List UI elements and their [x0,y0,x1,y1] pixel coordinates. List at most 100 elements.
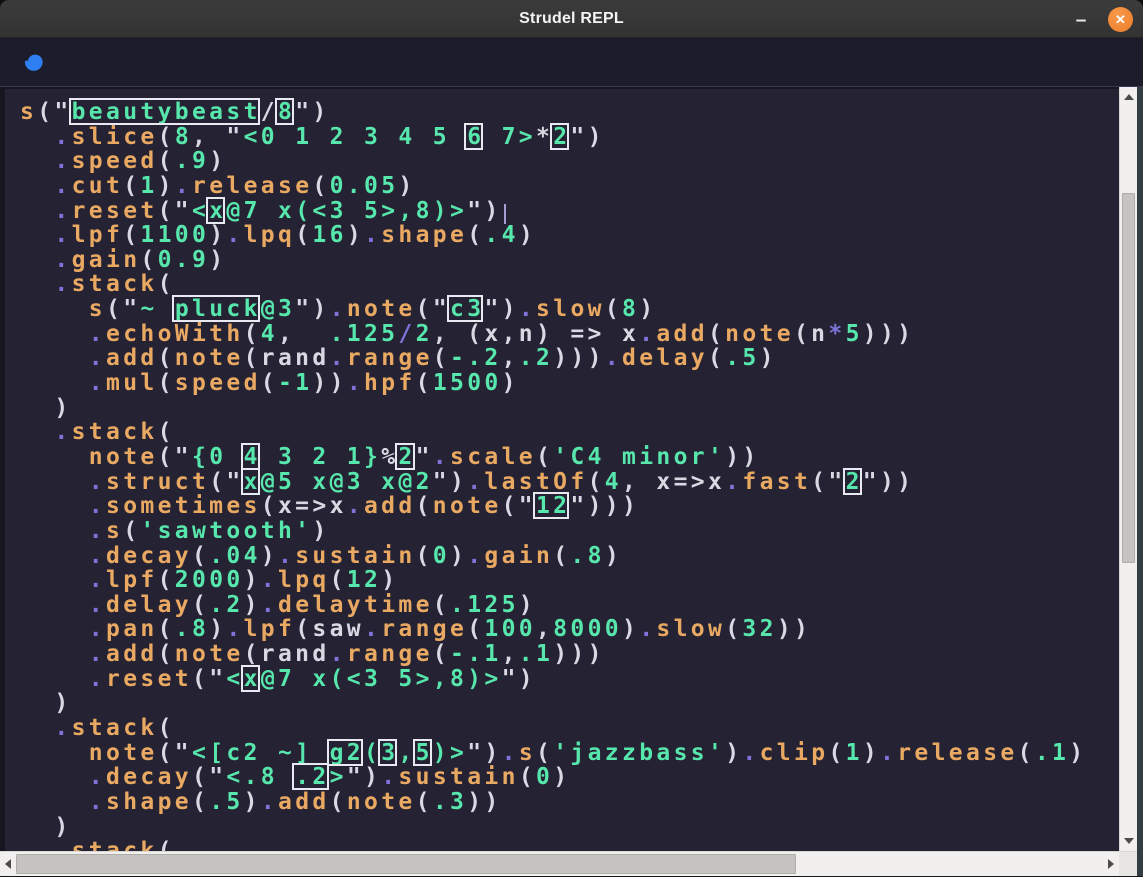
code-token: (" [158,444,192,470]
code-token: ( [1018,740,1035,766]
window-controls: – ✕ [1068,0,1133,38]
code-token: slow [656,616,725,642]
code-token: note [89,444,158,470]
code-token: fast [742,469,811,495]
code-token: speed [175,370,261,396]
code-token: . [54,148,71,174]
code-token [20,715,54,741]
code-token: 3 2 1} [261,444,381,470]
code-token: stack [72,419,158,445]
code-token: pan [106,616,158,642]
code-token: (rand [244,641,330,667]
code-token: ) [244,592,261,618]
code-token: 'jazzbass' [553,740,725,766]
code-token [20,493,89,519]
active-token-highlight: pluck [175,296,261,322]
code-token: . [502,740,519,766]
code-token: .5 [725,345,759,371]
code-token: > [330,764,347,790]
code-token: 16 [312,222,346,248]
code-token [20,740,89,766]
horizontal-scrollbar[interactable] [0,851,1119,876]
code-token: struct [106,469,209,495]
code-token [20,345,89,371]
code-line: .stack( [20,420,1119,445]
code-token: decay [106,543,192,569]
code-line: .cut(1).release(0.05) [20,174,1119,199]
code-token: ( [140,247,157,273]
code-token: ( [158,715,175,741]
active-token-highlight: 2 [846,469,863,495]
code-token [20,469,89,495]
code-token: .5 [209,789,243,815]
code-editor[interactable]: s("beautybeast/8") .slice(8, "<0 1 2 3 4… [0,87,1119,851]
code-token: ( [433,641,450,667]
code-token: ( [708,321,725,347]
code-token: . [467,543,484,569]
scroll-up-arrow-icon[interactable] [1124,94,1134,100]
code-token: . [89,567,106,593]
close-button[interactable]: ✕ [1108,7,1133,32]
code-token: ) [20,690,72,716]
code-token: delaytime [278,592,433,618]
horizontal-scrollbar-thumb[interactable] [16,854,796,874]
code-token: (" [192,666,226,692]
code-token: ( [364,740,381,766]
code-token [20,567,89,593]
code-line: .lpf(2000).lpq(12) [20,568,1119,593]
code-token: , [536,616,553,642]
scroll-right-arrow-icon[interactable] [1108,859,1114,869]
code-token: . [330,641,347,667]
code-token: 1 [846,740,863,766]
code-token: . [89,518,106,544]
code-token: {0 [192,444,244,470]
code-token: range [381,616,467,642]
code-token: range [347,345,433,371]
code-token [20,271,54,297]
code-token: ( [519,764,536,790]
minimize-button[interactable]: – [1068,6,1094,32]
code-token [20,789,89,815]
vertical-scrollbar-thumb[interactable] [1122,193,1135,563]
code-token: ( [330,567,347,593]
code-token: ) [209,148,226,174]
code-token: ") [484,296,518,322]
code-token [20,444,89,470]
code-token: ( [330,789,347,815]
code-token: sustain [398,764,518,790]
code-token: ( [416,789,433,815]
code-token: .8 [175,616,209,642]
code-token: release [897,740,1017,766]
code-token: ( [433,345,450,371]
code-token: ~ [140,296,174,322]
code-token: 100 [484,616,536,642]
code-token: ")) [863,469,915,495]
code-token: ") [570,124,604,150]
code-token: 1 [140,173,157,199]
strudel-spiral-logo-icon[interactable] [21,48,49,76]
code-token: ( [123,222,140,248]
vertical-scrollbar[interactable] [1119,87,1137,851]
code-token: . [381,764,398,790]
scroll-left-arrow-icon[interactable] [5,859,11,869]
window-title: Strudel REPL [519,10,624,28]
code-token: 0.9 [158,247,210,273]
code-token: (" [106,296,140,322]
code-token: ( [312,173,329,199]
active-token-highlight: 3 [381,740,398,766]
code-token: 'C4 minor' [553,444,725,470]
scroll-down-arrow-icon[interactable] [1124,838,1134,844]
code-token: . [89,370,106,396]
code-token: . [89,616,106,642]
code-line: .reset("<x@7 x(<3 5>,8)>") [20,667,1119,692]
code-token: 0.05 [330,173,399,199]
code-token: ( [123,173,140,199]
code-token: note [347,789,416,815]
code-line: ) [20,815,1119,840]
code-token: sometimes [106,493,261,519]
code-token: (" [209,469,243,495]
code-line: .slice(8, "<0 1 2 3 4 5 6 7>*2") [20,125,1119,150]
code-line: .gain(0.9) [20,248,1119,273]
code-token: cut [72,173,124,199]
code-token: gain [72,247,141,273]
